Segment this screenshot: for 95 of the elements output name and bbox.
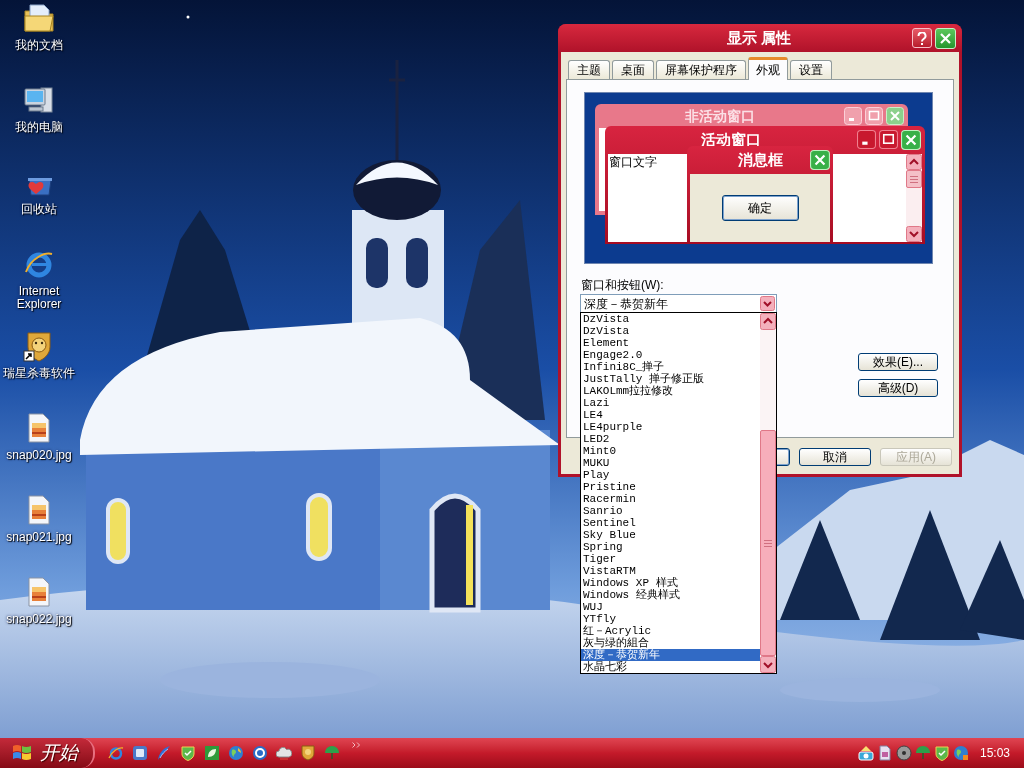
grip-icon [910,175,918,183]
icon-label[interactable]: 回收站 [21,203,57,216]
icon-label[interactable]: 瑞星杀毒软件 [3,367,75,380]
maximize-icon [865,107,883,125]
lit-window [106,498,130,564]
window-tile-icon[interactable] [132,745,148,761]
shield-icon[interactable] [300,745,316,761]
list-item[interactable]: 水晶七彩 [581,661,760,673]
folder-icon[interactable] [23,2,55,34]
icon-label[interactable]: snap020.jpg [6,449,72,462]
list-item[interactable]: LE4 [581,409,760,421]
list-item[interactable]: DzVista [581,313,760,325]
page-icon[interactable] [876,745,893,761]
list-item[interactable]: Element [581,337,760,349]
list-item[interactable]: YTfly [581,613,760,625]
globe-icon[interactable] [228,745,244,761]
list-item[interactable]: 深度－恭贺新年 [581,649,760,661]
dialog-button[interactable]: 效果(E)... [858,353,938,371]
icon-label[interactable]: 我的电脑 [15,121,63,134]
list-item[interactable]: LAKOLmm拉拉修改 [581,385,760,397]
scrollbar[interactable] [760,313,776,673]
list-item[interactable]: WUJ [581,601,760,613]
shield-icon[interactable] [933,745,950,761]
window-text: 窗口文字 [608,154,657,169]
list-item[interactable]: Sanrio [581,505,760,517]
list-item[interactable]: Lazi [581,397,760,409]
scroll-up-icon [906,154,922,170]
maximize-icon [879,130,898,149]
list-item[interactable]: Infini8C_掸子 [581,361,760,373]
help-button[interactable] [912,28,932,48]
tab[interactable]: 屏幕保护程序 [656,60,746,79]
icon-label[interactable]: snap021.jpg [6,531,72,544]
cloud-icon[interactable] [276,745,292,761]
close-icon [940,32,951,44]
list-item[interactable]: Windows 经典样式 [581,589,760,601]
globe-ring-icon[interactable] [108,745,124,761]
four-color-flag-icon[interactable] [12,744,32,762]
ring-icon[interactable] [252,745,268,761]
tab[interactable]: 桌面 [612,60,654,79]
dialog-button[interactable]: 高级(D) [858,379,938,397]
list-item[interactable]: JustTally 掸子修正版 [581,373,760,385]
help-icon [917,31,927,45]
clock[interactable]: 15:03 [979,744,1010,762]
umbrella-icon[interactable] [324,745,340,761]
computer-icon[interactable] [23,84,55,116]
list-item[interactable]: DzVista [581,325,760,337]
camera-icon[interactable] [857,745,874,761]
window-title: 非活动窗口 [683,106,756,126]
start-button[interactable]: 开始 [0,738,95,768]
leaf-icon[interactable] [204,745,220,761]
minimize-icon [844,107,862,125]
list-item[interactable]: VistaRTM [581,565,760,577]
list-item[interactable]: MUKU [581,457,760,469]
chevrons-right-icon[interactable] [352,742,361,748]
list-item[interactable]: Spring [581,541,760,553]
list-item[interactable]: 灰与绿的組合 [581,637,760,649]
list-item[interactable]: LE4purple [581,421,760,433]
tab[interactable]: 主题 [568,60,610,79]
tab[interactable]: 外观 [748,57,788,80]
list-item[interactable]: Racermin [581,493,760,505]
window-title: 消息框 [737,149,784,170]
list-item[interactable]: LED2 [581,433,760,445]
scrollbar[interactable] [906,154,922,242]
disc-icon[interactable] [895,745,912,761]
icon-label[interactable]: Internet Explorer [1,285,77,311]
close-icon [886,107,904,125]
list-item[interactable]: Mint0 [581,445,760,457]
list-item[interactable]: Windows XP 样式 [581,577,760,589]
list-item[interactable]: Engage2.0 [581,349,760,361]
scroll-down-icon [760,656,776,673]
umbrella-icon[interactable] [914,745,931,761]
list-item[interactable]: Play [581,469,760,481]
list-item[interactable]: Pristine [581,481,760,493]
dialog-title: 显示 属性 [725,27,793,48]
scroll-up-icon [760,313,776,330]
preview-button[interactable]: 确定 [721,195,799,221]
lit-window [306,493,332,561]
field-label: 窗口和按钮(W): [581,278,665,292]
list-item[interactable]: Sky Blue [581,529,760,541]
list-item[interactable]: 红－Acrylic [581,625,760,637]
grip-icon [764,539,772,547]
scroll-down-icon [906,226,922,242]
scrollbar-thumb[interactable] [760,430,776,656]
theme-dropdown-menu[interactable] [580,312,777,674]
tab[interactable]: 设置 [790,60,832,79]
icon-label[interactable]: 我的文档 [15,39,63,52]
list-item[interactable]: Tiger [581,553,760,565]
minimize-icon [857,130,876,149]
dialog-button[interactable]: 取消 [799,448,871,466]
close-button[interactable] [935,27,956,49]
scrollbar-thumb[interactable] [906,170,922,188]
list-item[interactable]: Sentinel [581,517,760,529]
close-icon [810,150,830,170]
globe-icon[interactable] [952,745,969,761]
close-icon [901,130,921,150]
